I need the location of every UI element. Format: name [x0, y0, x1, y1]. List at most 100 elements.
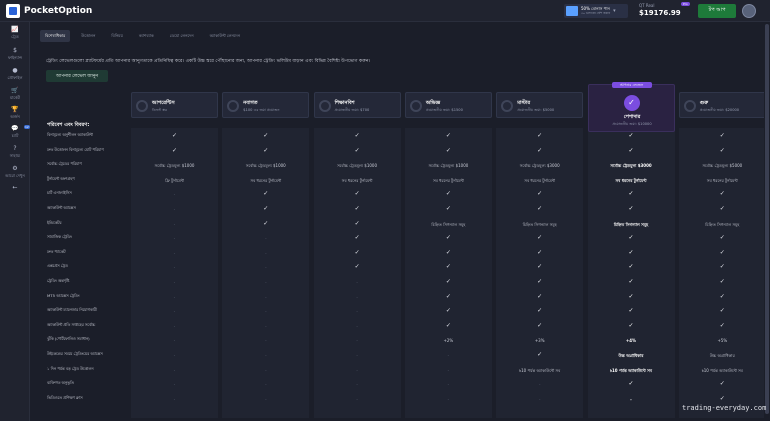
table-cell: -	[265, 396, 267, 402]
table-cell: ✓	[537, 248, 543, 256]
level-card[interactable]: নবাগত $100 এর জমা প্রয়োজন	[222, 92, 310, 118]
table-cell: ✓	[628, 380, 634, 388]
sidebar-item-finance[interactable]: $ ফাইন্যান্স	[0, 47, 30, 65]
level-requirement: প্রয়োজনীয় জমা: $20000	[699, 108, 740, 112]
table-cell: ✓	[537, 278, 543, 285]
sidebar-item-market[interactable]: 🛒 মার্কেট	[0, 87, 30, 105]
logo-text: PocketOption	[24, 6, 93, 16]
row-label: সামাজিক ট্রেডিং	[47, 234, 72, 240]
top-up-label: টপ আপ	[708, 7, 726, 13]
table-cell: ✓	[445, 248, 451, 256]
table-cell: ✓	[719, 248, 725, 256]
table-cell: -	[265, 367, 267, 373]
sidebar-item-more[interactable]: ⚙ আরো দেখুন	[0, 165, 30, 183]
table-cell: -	[630, 396, 632, 402]
level-card[interactable]: আপনার লেভেল ✓ পেশাদার প্রয়োজনীয় জমা: $100…	[587, 82, 675, 132]
row-label: বিনামূল্যে অনুশীলন অ্যাকাউন্ট	[47, 132, 93, 137]
tab-account-transactions[interactable]: অ্যাকাউন্ট লেনদেন	[205, 30, 245, 42]
levels-table: পরিবেশ এবং বিবরণ: আপরেন্টিস ডিফল্ট স্তর নব…	[46, 82, 766, 421]
tab-demo-transactions[interactable]: ডেমো লেনদেন	[165, 30, 199, 42]
table-cell: ✓	[354, 132, 360, 139]
scrollbar[interactable]	[764, 22, 770, 421]
tab-privileges[interactable]: বিশেষাধিকার	[40, 30, 71, 42]
account-balance: $19176.99	[639, 9, 681, 17]
tab-withdrawal[interactable]: উত্তোলন	[76, 30, 100, 42]
row-label: অ্যাকাউন্ট অ্যাক্সেস	[47, 205, 76, 210]
table-cell: -	[265, 294, 267, 300]
scrollbar-thumb[interactable]	[765, 24, 769, 414]
table-cell: +4%	[625, 338, 637, 344]
level-card[interactable]: গুরু প্রয়োজনীয় জমা: $20000	[678, 92, 766, 118]
sidebar-item-achievements[interactable]: 🏆 অর্জন	[0, 106, 30, 124]
table-cell: ✓	[628, 234, 634, 242]
row-label: অ্যাকাউন্ট ম্যানেজার নিয়োগকারী	[47, 307, 97, 313]
table-cell: সর্বোচ্চ ট্রেডমূল্য $3000	[519, 163, 560, 169]
table-cell: সব ধরনের টুর্নামেন্ট	[433, 177, 464, 183]
table-cell: ✓	[537, 321, 543, 329]
table-cell: ✓	[719, 278, 725, 285]
avatar[interactable]	[742, 4, 756, 18]
table-cell: ✓	[719, 132, 725, 139]
level-card[interactable]: আপরেন্টিস ডিফল্ট স্তর	[131, 92, 218, 118]
sidebar-item-trade[interactable]: 📈 ট্রেড	[0, 26, 30, 44]
table-cell: ✓	[719, 205, 725, 212]
table-cell: ✓	[445, 263, 451, 271]
sidebar-item-label: মার্কেট	[10, 95, 20, 100]
table-cell: -	[356, 338, 358, 344]
bonus-banner[interactable]: 50% বোনাস পান ৫০ ডলারের বেশি জমায় ▾	[564, 4, 628, 18]
sidebar-item-label: প্রোফাইল	[7, 75, 23, 80]
table-cell: ফ্রি টুর্নামেন্ট	[165, 177, 184, 183]
sidebar-item-label: অর্জন	[10, 114, 20, 119]
table-cell: -	[447, 382, 450, 388]
table-cell: ✓	[628, 263, 634, 271]
sidebar-item-chat[interactable]: 💬 চ্যাট 12	[0, 125, 30, 143]
level-requirement: $100 এর জমা প্রয়োজন	[243, 108, 280, 112]
level-ring-icon	[501, 100, 514, 112]
table-cell: -	[265, 382, 267, 388]
table-cell: -	[265, 323, 267, 329]
logo[interactable]: PocketOption	[6, 4, 92, 18]
level-requirement: প্রয়োজনীয় জমা: $700	[334, 108, 370, 112]
arrow-left-icon: ←	[12, 184, 18, 191]
level-card[interactable]: শিক্ষানবিশ প্রয়োজনীয় জমা: $700	[313, 92, 401, 118]
sidebar-item-help[interactable]: ? সাহায্য	[0, 145, 30, 163]
table-cell: -	[447, 396, 450, 402]
sidebar-item-label: সাহায্য	[9, 153, 21, 158]
row-label: দ্রুত উত্তোলন বিনামূল্যে মোট পরিমাণ	[47, 146, 104, 152]
know-your-level-button[interactable]: আপনার লেভেল জানুন	[46, 70, 108, 82]
table-cell: ✓	[354, 248, 360, 256]
table-cell: ✓	[445, 234, 451, 242]
row-label: টুর্নামেন্ট অংশগ্রহণ	[47, 175, 75, 181]
sidebar: 📈 ট্রেড $ ফাইন্যান্স ● প্রোফাইল 🛒 মার্কে…	[0, 22, 30, 421]
table-cell: -	[173, 382, 176, 388]
row-label: উইকেন্ডের সময়ে ট্রেডিংয়ের অ্যাক্সেস	[47, 351, 103, 356]
table-cell: চিহ্নিত সিগন্যাল সমূহ	[522, 221, 557, 227]
level-card[interactable]: অভিজ্ঞ প্রয়োজনীয় জমা: $1500	[404, 92, 492, 118]
table-cell: ✓	[354, 190, 360, 198]
table-cell: চিহ্নিত সিগন্যাল সমূহ	[705, 221, 740, 227]
level-ring-icon	[136, 100, 148, 112]
tab-cashback[interactable]: ক্যাশব্যাক	[134, 30, 159, 42]
table-cell: -	[173, 192, 176, 198]
sidebar-collapse[interactable]: ←	[0, 184, 30, 202]
bonus-subtitle: ৫০ ডলারের বেশি জমায়	[581, 11, 611, 15]
account-switcher[interactable]: QT Real $19176.99 Pro	[637, 2, 692, 20]
table-cell: ✓	[719, 307, 725, 315]
table-cell: ✓	[263, 205, 269, 212]
sidebar-item-label: ফাইন্যান্স	[7, 55, 23, 60]
table-cell: ৳10 পর্যন্ত অ্যাকাউন্টে সব	[610, 367, 652, 373]
level-ring-icon	[227, 100, 240, 112]
tab-exchange[interactable]: বিনিময়	[106, 30, 127, 42]
table-cell: -	[265, 265, 267, 271]
table-cell: ✓	[445, 307, 451, 315]
table-cell: চিহ্নিত সিগন্যাল সমূহ	[431, 221, 466, 227]
table-cell: উচ্চ অগ্রাধিকার	[709, 353, 735, 358]
level-column	[404, 128, 492, 418]
row-label: ঝুঁকি (পোর্টফোলিও সমাধান)	[47, 336, 90, 342]
table-cell: -	[173, 280, 176, 285]
table-cell: সব ধরনের টুর্নামেন্ট	[250, 177, 282, 183]
level-card[interactable]: মাস্টার প্রয়োজনীয় জমা: $5000	[496, 92, 584, 118]
sidebar-item-profile[interactable]: ● প্রোফাইল	[0, 67, 30, 85]
gear-icon: ⚙	[12, 165, 18, 172]
top-up-button[interactable]: টপ আপ	[698, 4, 736, 18]
